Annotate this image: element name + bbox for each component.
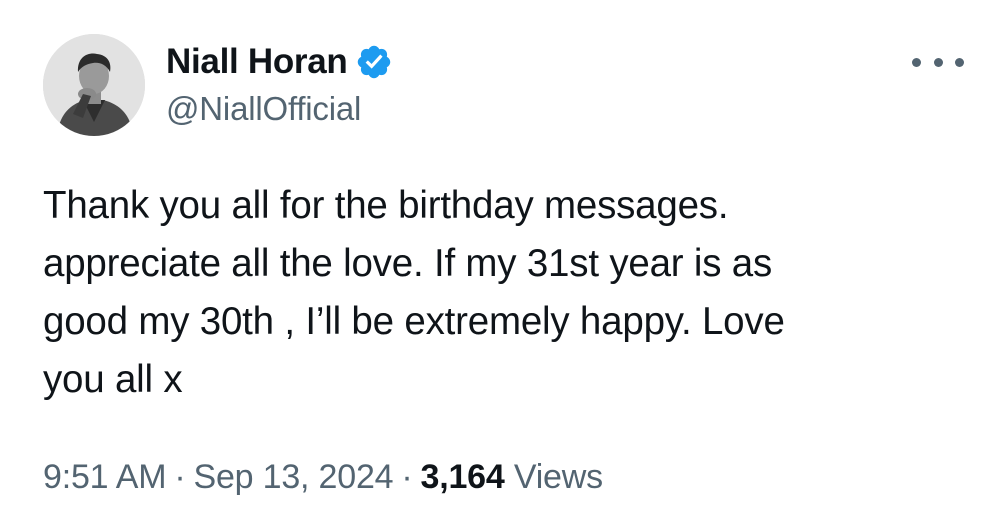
more-options-icon[interactable]	[912, 50, 964, 74]
tweet-text-line: you all x	[43, 358, 183, 401]
author-block: Niall Horan @NiallOfficial	[166, 40, 393, 128]
tweet-text-line: Thank you all for the birthday messages.	[43, 184, 729, 227]
tweet-time[interactable]: 9:51 AM	[43, 458, 167, 496]
more-dot	[933, 57, 943, 67]
tweet-meta: 9:51 AM · Sep 13, 2024 · 3,164 Views	[43, 458, 603, 497]
tweet-text: Thank you all for the birthday messages.…	[43, 177, 943, 409]
more-dot	[955, 57, 964, 67]
meta-separator: ·	[174, 458, 186, 496]
tweet-text-line: appreciate all the love. If my 31st year…	[43, 242, 773, 285]
user-handle[interactable]: @NiallOfficial	[166, 90, 393, 128]
views-label: Views	[513, 458, 603, 496]
verified-badge-icon[interactable]	[355, 43, 393, 81]
tweet-card: Niall Horan @NiallOfficial Thank you all…	[0, 0, 1000, 532]
tweet-text-line: good my 30th , I’ll be extremely happy. …	[43, 300, 785, 343]
tweet-date[interactable]: Sep 13, 2024	[193, 458, 393, 496]
avatar[interactable]	[43, 34, 145, 136]
views-count[interactable]: 3,164	[421, 458, 505, 496]
display-name[interactable]: Niall Horan	[166, 42, 348, 82]
name-row: Niall Horan	[166, 40, 393, 84]
avatar-photo	[43, 34, 145, 136]
more-dot	[912, 57, 921, 67]
meta-separator: ·	[401, 458, 413, 496]
